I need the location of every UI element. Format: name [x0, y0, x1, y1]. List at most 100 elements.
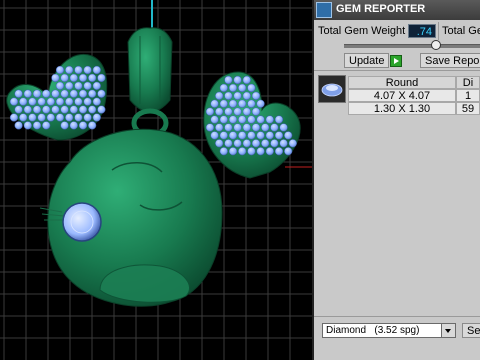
pave-gem	[69, 89, 78, 98]
pave-gem	[74, 65, 83, 75]
pave-gem	[78, 73, 88, 83]
pave-gem	[247, 115, 256, 124]
gem-thumbnail[interactable]	[318, 75, 346, 103]
pave-gem	[51, 89, 60, 98]
pave-gem	[69, 121, 78, 130]
pave-gem	[42, 105, 51, 114]
pave-gem	[279, 139, 288, 148]
pave-gem	[228, 147, 238, 156]
pave-gem	[60, 105, 69, 114]
pave-gem	[251, 139, 261, 148]
pave-gem	[215, 139, 224, 148]
pave-gem	[242, 91, 251, 100]
select-button[interactable]: Se	[462, 323, 480, 338]
weight-slider-track[interactable]	[344, 44, 480, 48]
pave-gem	[205, 123, 215, 132]
pave-gem	[242, 123, 251, 132]
pave-gem	[265, 115, 274, 124]
weight-slider-thumb[interactable]	[431, 40, 441, 50]
pave-gem	[92, 81, 101, 90]
pave-gem	[23, 121, 32, 130]
pave-gem	[233, 123, 242, 132]
pave-gem	[83, 113, 92, 122]
pave-gem	[60, 73, 69, 83]
pave-gem	[224, 123, 233, 132]
pave-gem	[256, 131, 265, 140]
pave-gem	[224, 91, 233, 100]
chevron-down-icon[interactable]	[441, 324, 455, 337]
field-separator	[438, 22, 439, 40]
pave-gem	[74, 97, 83, 106]
pave-gem	[284, 147, 293, 156]
panel-header: GEM REPORTER	[314, 0, 480, 20]
pave-gem	[224, 107, 233, 116]
total-gem-weight-field[interactable]: .74	[408, 24, 436, 38]
pave-gem	[55, 97, 65, 106]
table-cell-count: 59	[456, 102, 480, 115]
pave-gem	[88, 121, 97, 130]
pave-gem	[14, 121, 23, 130]
update-button[interactable]: Update	[344, 53, 390, 68]
pave-gem	[219, 115, 228, 124]
gem-type-select[interactable]: Diamond (3.52 spg)	[322, 323, 456, 338]
pave-gem	[32, 105, 42, 114]
pave-gem	[14, 105, 23, 114]
pave-gem	[69, 73, 78, 83]
viewport-3d[interactable]	[0, 0, 312, 360]
pave-gem	[261, 123, 270, 132]
pave-gem	[78, 105, 88, 114]
pave-gem	[14, 89, 23, 98]
pave-gem	[279, 123, 288, 132]
pave-gem	[274, 131, 284, 140]
pave-gem	[23, 89, 32, 98]
pave-gem	[251, 123, 261, 132]
table-cell-size: 4.07 X 4.07	[348, 89, 456, 102]
gem-type-spg: (3.52 spg)	[374, 325, 420, 336]
viewport-canvas[interactable]	[0, 0, 312, 360]
table-cell-count: 1	[456, 89, 480, 102]
save-report-button[interactable]: Save Repor	[420, 53, 480, 68]
round-gem-icon	[321, 83, 343, 97]
pave-gem	[92, 97, 101, 106]
save-report-label: Save Repor	[425, 55, 480, 67]
section-separator	[314, 70, 480, 71]
pave-gem	[242, 107, 251, 116]
pave-gem	[69, 105, 78, 114]
pave-gem	[19, 113, 28, 122]
pave-gem	[219, 99, 228, 108]
pave-gem	[88, 89, 97, 98]
pave-gem	[251, 107, 261, 116]
pave-gem	[23, 105, 32, 114]
pave-gem	[288, 139, 297, 148]
pave-gem	[274, 115, 284, 124]
pave-gem	[92, 113, 101, 122]
pave-gem	[97, 89, 106, 98]
pave-gem	[74, 113, 83, 122]
pave-gem	[55, 81, 65, 90]
pave-gem	[65, 97, 74, 106]
pave-gem	[51, 73, 60, 83]
pave-gem	[65, 113, 74, 122]
gem-reporter-icon	[316, 2, 332, 18]
pave-gem	[247, 99, 256, 108]
col-header-round: Round	[348, 76, 456, 89]
pave-gem	[78, 89, 88, 98]
pave-gem	[219, 83, 228, 93]
pave-gem	[83, 97, 92, 106]
pave-gem	[224, 75, 233, 85]
pave-gem	[210, 131, 219, 140]
table-cell-size: 1.30 X 1.30	[348, 102, 456, 115]
pave-gem	[265, 147, 274, 156]
pave-gem	[92, 65, 101, 75]
gem-type-select-value: Diamond (3.52 spg)	[326, 325, 419, 336]
play-icon[interactable]	[390, 55, 402, 67]
col-header-di: Di	[456, 76, 480, 89]
pave-gem	[242, 75, 251, 85]
pave-gem	[251, 91, 261, 100]
pave-gem	[265, 131, 274, 140]
pave-gem	[55, 113, 65, 122]
pave-gem	[46, 97, 55, 106]
pave-gem	[9, 113, 19, 122]
pave-gem	[42, 89, 51, 98]
pave-gem	[65, 65, 74, 75]
